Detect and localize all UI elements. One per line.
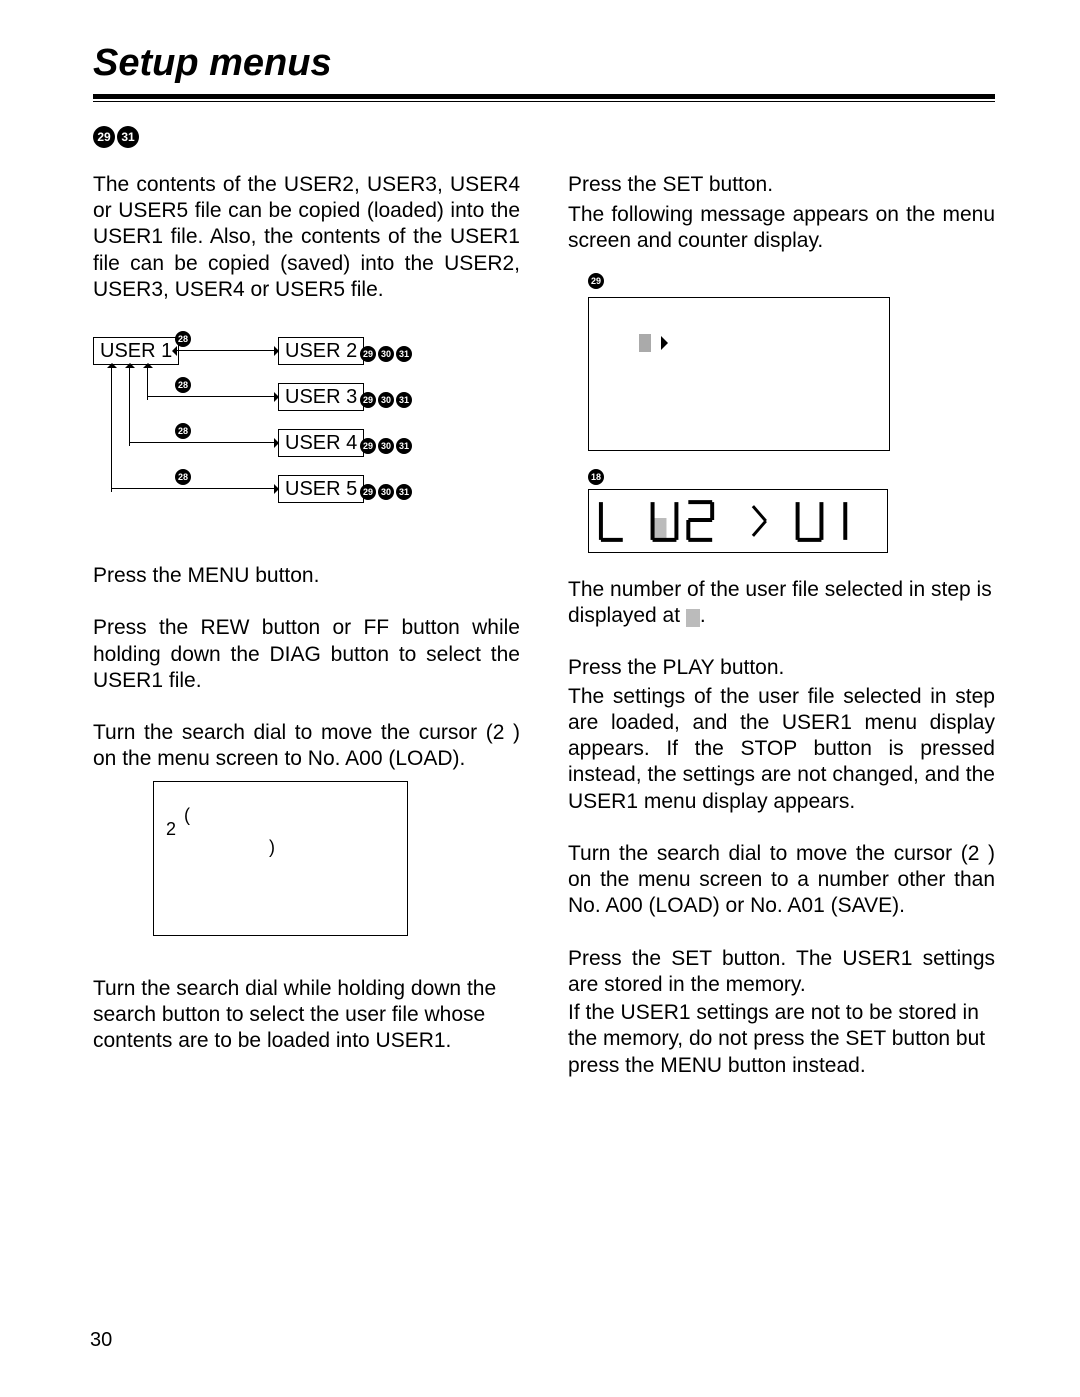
step-text: Press the REW button or FF button while … — [93, 615, 520, 694]
badge-icon: 18 — [588, 469, 604, 485]
badge-icon: 30 — [378, 392, 394, 408]
panel-label: 29 — [588, 273, 606, 289]
row-badges: 293031 — [360, 433, 414, 459]
badge-icon: 31 — [396, 346, 412, 362]
user1-box: USER 1 — [93, 337, 179, 365]
intro-text: The contents of the USER2, USER3, USER4 … — [93, 172, 520, 303]
arrow-line — [111, 364, 112, 492]
badge-icon: 28 — [175, 377, 191, 393]
row-badges: 293031 — [360, 387, 414, 413]
right-column: Press the SET button. The following mess… — [568, 172, 995, 1105]
badge-icon: 29 — [360, 484, 376, 500]
step-text: Press the SET button. — [568, 172, 995, 198]
badge-icon: 30 — [378, 346, 394, 362]
badge-icon: 29 — [360, 392, 376, 408]
cursor-two: 2 — [166, 818, 176, 841]
badge-icon: 28 — [175, 331, 191, 347]
user2-box: USER 2 — [278, 337, 364, 365]
placeholder-box-icon — [686, 609, 700, 627]
header-badges: 2931 — [93, 124, 995, 150]
step-text: Turn the search dial while holding down … — [93, 976, 520, 1055]
arrow-line — [147, 364, 148, 400]
step-text: Press the PLAY button. — [568, 655, 995, 681]
divider-thin — [93, 101, 995, 102]
badge-icon: 29 — [588, 273, 604, 289]
arrow-line — [182, 396, 278, 397]
user3-box: USER 3 — [278, 383, 364, 411]
step-text: The following message appears on the men… — [568, 202, 995, 255]
left-column: The contents of the USER2, USER3, USER4 … — [93, 172, 520, 1105]
step-text: Press the SET button. The USER1 settings… — [568, 946, 995, 999]
badge-icon: 30 — [378, 438, 394, 454]
seven-segment-icon — [589, 496, 887, 546]
arrow-line — [111, 488, 182, 489]
page-title: Setup menus — [93, 40, 995, 88]
badge-icon: 31 — [396, 438, 412, 454]
menu-screen-mock: ( 2 ) — [153, 781, 408, 936]
step-text: If the USER1 settings are not to be stor… — [568, 1000, 995, 1079]
badge-icon: 31 — [396, 484, 412, 500]
counter-display — [588, 489, 888, 553]
step-text: Turn the search dial to move the cursor … — [93, 720, 520, 773]
badge-icon: 28 — [175, 423, 191, 439]
step-text: Press the MENU button. — [93, 563, 520, 589]
user4-box: USER 4 — [278, 429, 364, 457]
page-number: 30 — [90, 1328, 112, 1353]
panel-label: 18 — [588, 469, 606, 485]
cursor-indicator — [639, 334, 668, 352]
badge-icon: 30 — [378, 484, 394, 500]
step-text: Turn the search dial to move the cursor … — [568, 841, 995, 920]
text-span: The number of the user file selected in … — [568, 578, 992, 627]
cursor-block-icon — [639, 334, 651, 352]
badge-icon: 29 — [93, 126, 115, 148]
step-text: The number of the user file selected in … — [568, 577, 995, 630]
step-text: The settings of the user file selected i… — [568, 684, 995, 815]
text-span: . — [700, 604, 706, 627]
badge-icon: 28 — [175, 469, 191, 485]
badge-icon: 31 — [396, 392, 412, 408]
arrow-line — [182, 488, 278, 489]
arrow-line — [182, 442, 278, 443]
arrow-line — [129, 364, 130, 446]
row-badges: 293031 — [360, 479, 414, 505]
arrow-right-icon — [661, 336, 668, 350]
user-file-diagram: USER 1 28 USER 2 USER 3 USER 4 USER 5 29… — [93, 329, 481, 513]
message-panel — [588, 297, 890, 451]
paren-open: ( — [184, 804, 190, 827]
badge-icon: 31 — [117, 126, 139, 148]
paren-close: ) — [269, 836, 275, 859]
badge-icon: 29 — [360, 346, 376, 362]
badge-icon: 29 — [360, 438, 376, 454]
user5-box: USER 5 — [278, 475, 364, 503]
row-badges: 293031 — [360, 341, 414, 367]
divider-thick — [93, 94, 995, 99]
